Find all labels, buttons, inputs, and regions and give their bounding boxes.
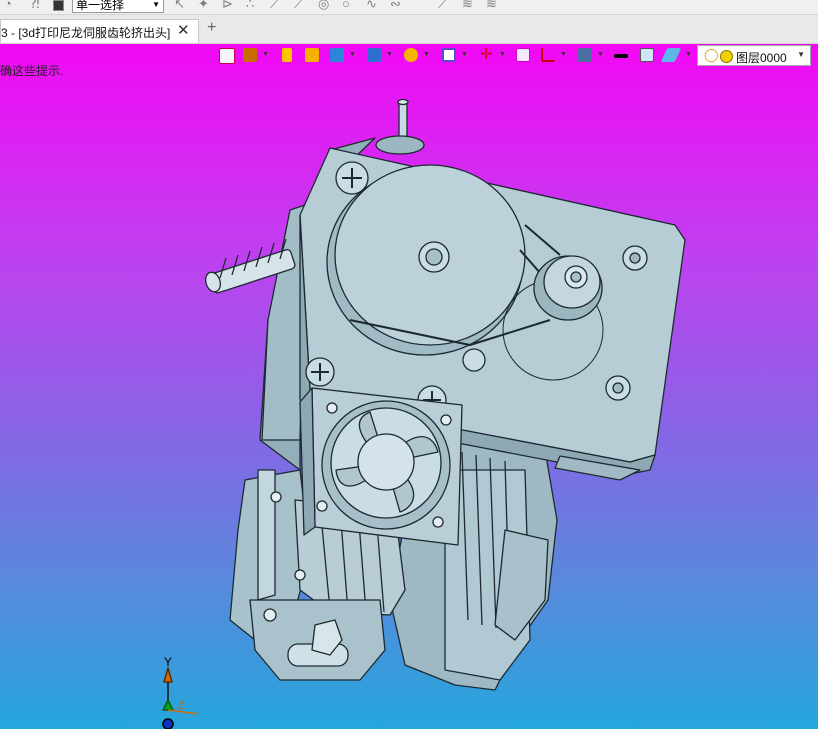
- trim-icon[interactable]: ⟋: [438, 0, 447, 11]
- arc-icon[interactable]: ⌒: [414, 0, 427, 11]
- document-tab[interactable]: 3 - [3d打印尼龙伺服齿轮挤出头] ✕: [0, 19, 199, 43]
- screw-head: [462, 348, 486, 372]
- side-panel: [261, 204, 306, 441]
- new-tab-plus-icon[interactable]: +: [207, 19, 216, 37]
- circle-icon[interactable]: ○: [342, 0, 350, 11]
- 3d-viewport[interactable]: 确这些提示. ▼ ▼ ▼ ▼ ▼ ✛ ▼ ▼ ▼ ▼ ◯ 图层0000 ▼ Y …: [0, 44, 818, 729]
- screw-head: [294, 569, 306, 581]
- close-icon[interactable]: ✕: [177, 21, 190, 39]
- screw-head: [326, 402, 338, 414]
- screw-head: [432, 516, 444, 528]
- select-arrow-icon[interactable]: ↖: [174, 0, 185, 11]
- document-tab-title: 3 - [3d打印尼龙伺服齿轮挤出头]: [1, 26, 171, 40]
- stack-icon[interactable]: ≋: [462, 0, 473, 11]
- rotate-icon[interactable]: ◔: [4, 0, 12, 11]
- layers-icon[interactable]: ≋: [486, 0, 497, 11]
- hub-bore: [570, 271, 582, 283]
- hub-bore: [425, 248, 443, 266]
- top-toolbar: ◔ ⁈ 单一选择 ▼ ↖ ✦ ⊳ ∴ ⟋ ⟋ ◎ ○ ∿ ∾ ⌒ ⟋ ≋ ≋: [0, 0, 818, 15]
- chevron-down-icon: ▼: [152, 0, 160, 9]
- polyline-icon[interactable]: ⟋: [294, 0, 303, 11]
- document-tab-bar: 3 - [3d打印尼龙伺服齿轮挤出头] ✕ +: [0, 15, 818, 44]
- left-rib: [257, 469, 276, 601]
- points-icon[interactable]: ∴: [246, 0, 254, 11]
- spline-icon[interactable]: ∿: [366, 0, 377, 11]
- fan-hub: [357, 433, 415, 491]
- snap-icon[interactable]: ✦: [198, 0, 209, 11]
- circle-center-icon[interactable]: ◎: [318, 0, 329, 11]
- screw-head: [270, 491, 282, 503]
- axis-label-z: Z: [178, 700, 185, 712]
- curve-icon[interactable]: ∾: [390, 0, 401, 11]
- play-icon[interactable]: ⊳: [222, 0, 233, 11]
- screw-head: [316, 500, 328, 512]
- selection-filter-dropdown[interactable]: 单一选择 ▼: [72, 0, 164, 13]
- extruder-model[interactable]: [0, 44, 818, 729]
- screw-head: [263, 608, 277, 622]
- socket-icon: [612, 382, 624, 394]
- shaft-tip: [397, 98, 409, 106]
- axis-label-y: Y: [164, 655, 173, 669]
- axis-triad: [162, 667, 199, 729]
- motor-flange: [494, 529, 549, 641]
- socket-icon: [629, 252, 641, 264]
- motor-shaft: [398, 100, 408, 142]
- help-icon[interactable]: ⁈: [30, 0, 40, 11]
- line-icon[interactable]: ⟋: [270, 0, 279, 11]
- screw-head: [440, 414, 452, 426]
- stop-icon[interactable]: [53, 0, 64, 11]
- shaft-collar: [375, 135, 425, 155]
- selection-filter-value: 单一选择: [76, 0, 125, 12]
